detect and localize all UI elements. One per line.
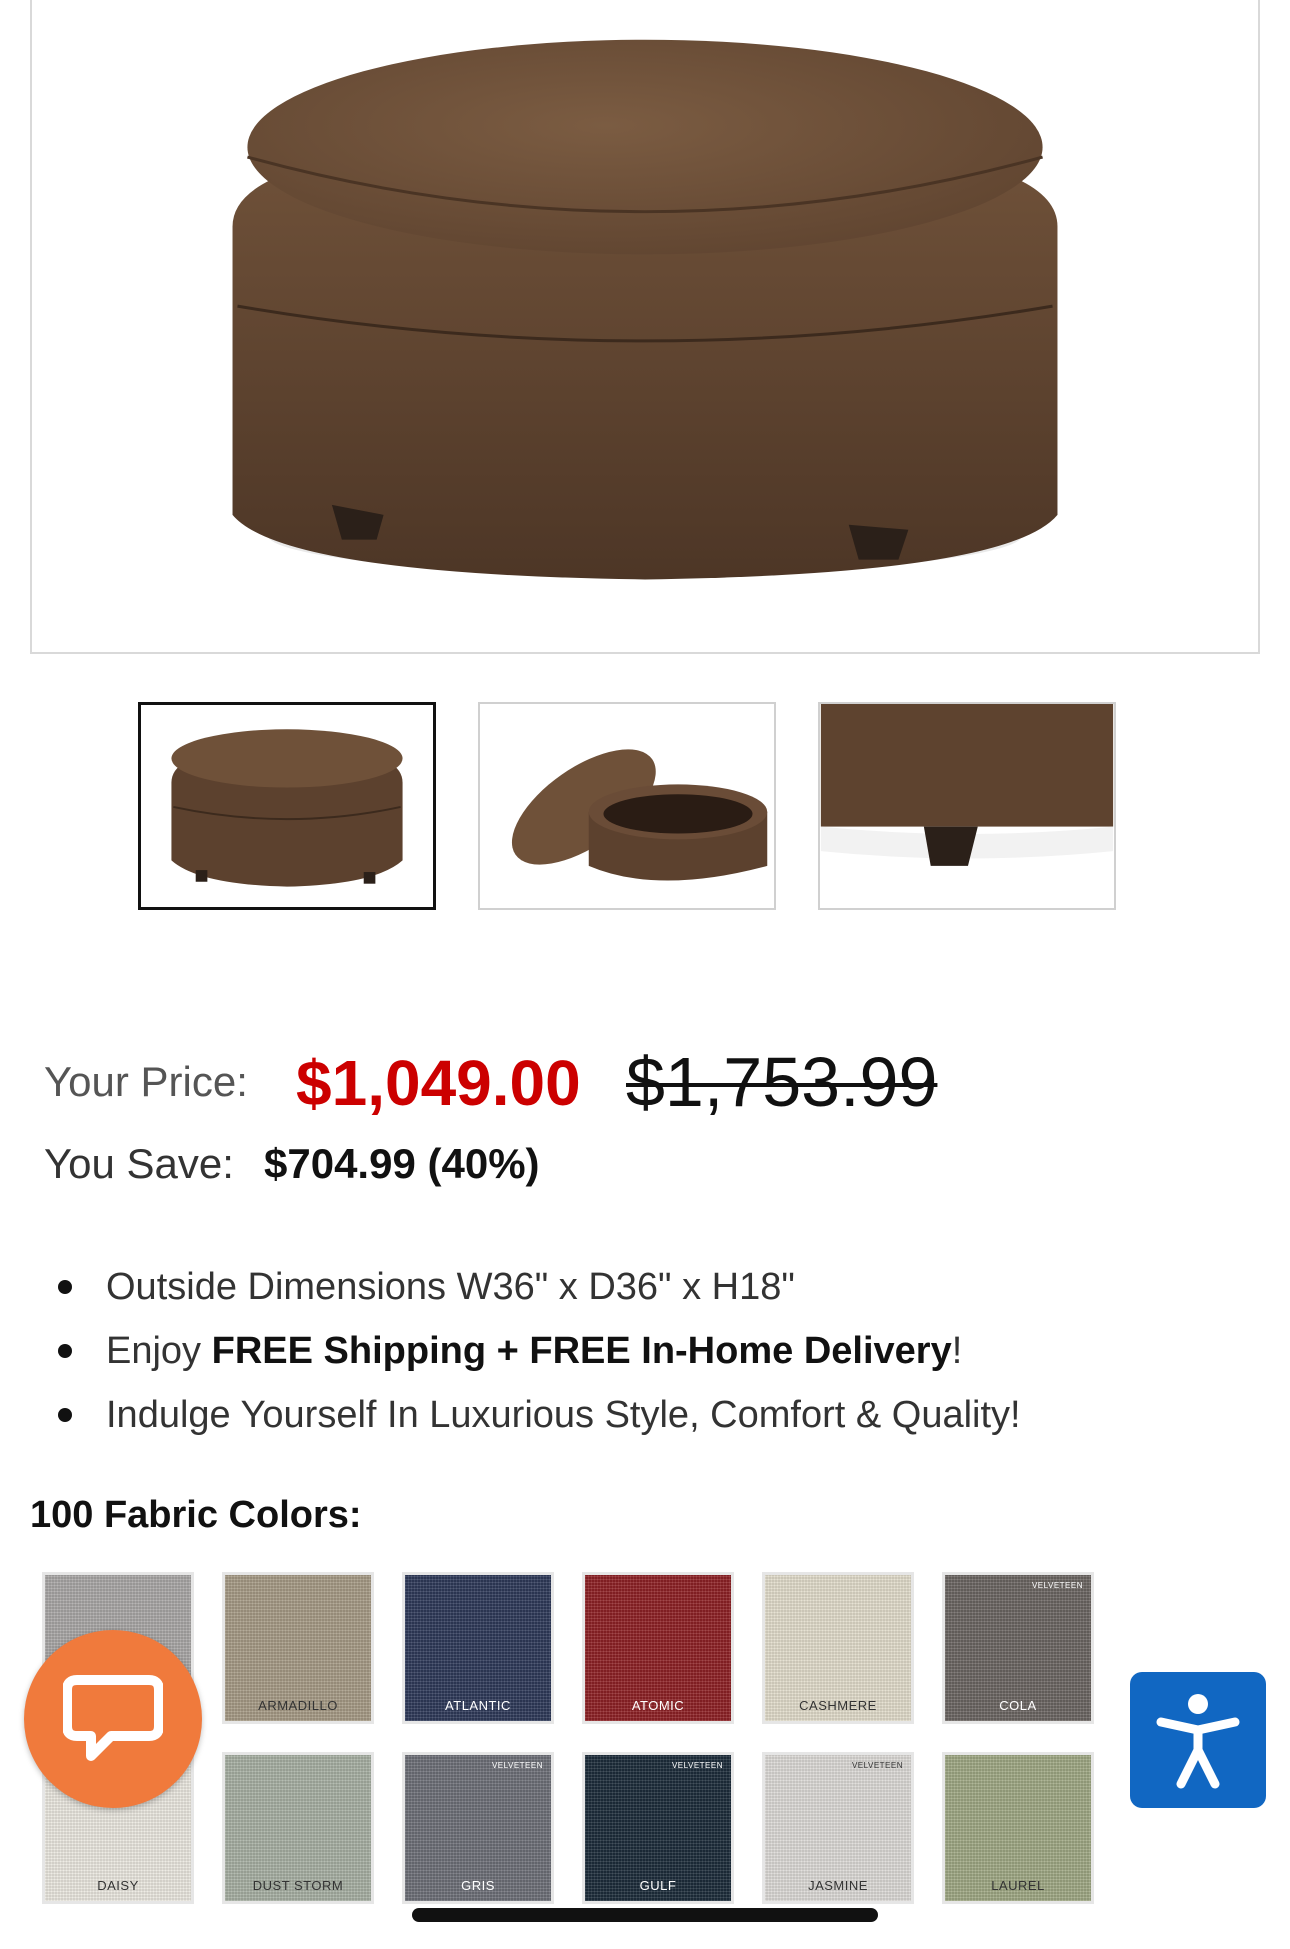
feature-suffix: ! xyxy=(951,1330,963,1372)
fabric-swatch[interactable]: VELVETEEN COLA xyxy=(942,1572,1094,1724)
thumbnail-ottoman-open xyxy=(480,704,774,908)
swatch-name: COLA xyxy=(999,1698,1037,1713)
thumbnail-3[interactable] xyxy=(818,702,1116,910)
thumbnail-leg-detail xyxy=(820,704,1114,908)
bullet-icon xyxy=(58,1408,72,1422)
swatch-tag: VELVETEEN xyxy=(851,1761,903,1770)
feature-item: Outside Dimensions W36" x D36" x H18" xyxy=(40,1258,1240,1322)
savings-value: $704.99 (40%) xyxy=(264,1140,540,1187)
swatch-name: DUST STORM xyxy=(252,1878,344,1893)
live-chat-button[interactable] xyxy=(24,1630,202,1808)
swatch-name: ATLANTIC xyxy=(445,1698,511,1713)
chat-bubble-icon xyxy=(63,1675,163,1761)
price-row: Your Price: $1,049.00 $1,753.99 xyxy=(44,1040,1244,1121)
fabric-swatch[interactable]: ATOMIC xyxy=(582,1572,734,1724)
swatch-name: GULF xyxy=(639,1878,677,1893)
main-product-image[interactable] xyxy=(30,0,1260,654)
swatch-name: ARMADILLO xyxy=(258,1698,338,1713)
swatch-name: LAUREL xyxy=(991,1878,1045,1893)
swatch-name: ATOMIC xyxy=(631,1698,685,1713)
fabric-swatch[interactable]: CASHMERE xyxy=(762,1572,914,1724)
feature-text: Indulge Yourself In Luxurious Style, Com… xyxy=(106,1394,1021,1436)
sale-price: $1,049.00 xyxy=(296,1047,581,1119)
accessibility-button[interactable] xyxy=(1130,1672,1266,1808)
bullet-icon xyxy=(58,1344,72,1358)
fabric-swatch[interactable]: VELVETEEN GRIS xyxy=(402,1752,554,1904)
fabric-colors-heading: 100 Fabric Colors: xyxy=(30,1494,362,1536)
feature-item: Indulge Yourself In Luxurious Style, Com… xyxy=(40,1386,1240,1450)
swatch-tag: VELVETEEN xyxy=(671,1761,723,1770)
fabric-swatch[interactable]: ATLANTIC xyxy=(402,1572,554,1724)
savings-row: You Save: $704.99 (40%) xyxy=(44,1140,1244,1200)
feature-list: Outside Dimensions W36" x D36" x H18" En… xyxy=(40,1258,1240,1450)
home-indicator xyxy=(412,1908,878,1922)
you-save-label: You Save: xyxy=(44,1140,234,1187)
fabric-swatch[interactable]: LAUREL xyxy=(942,1752,1094,1904)
fabric-swatch[interactable]: ARMADILLO xyxy=(222,1572,374,1724)
thumbnail-ottoman-front xyxy=(142,705,432,907)
feature-item: Enjoy FREE Shipping + FREE In-Home Deliv… xyxy=(40,1322,1240,1386)
fabric-swatch[interactable]: DUST STORM xyxy=(222,1752,374,1904)
swatch-name: JASMINE xyxy=(808,1878,868,1893)
feature-prefix: Enjoy xyxy=(106,1330,212,1372)
fabric-swatch[interactable]: VELVETEEN GULF xyxy=(582,1752,734,1904)
feature-text: Outside Dimensions W36" x D36" x H18" xyxy=(106,1266,795,1308)
feature-bold: FREE Shipping + FREE In-Home Delivery xyxy=(211,1330,952,1372)
accessibility-icon xyxy=(1156,1694,1240,1789)
ottoman-illustration xyxy=(232,39,1058,580)
thumbnail-1[interactable] xyxy=(138,702,436,910)
swatch-name: GRIS xyxy=(461,1878,495,1893)
fabric-swatch[interactable]: VELVETEEN JASMINE xyxy=(762,1752,914,1904)
swatch-tag: VELVETEEN xyxy=(491,1761,543,1770)
bullet-icon xyxy=(58,1280,72,1294)
your-price-label: Your Price: xyxy=(44,1058,248,1105)
original-price: $1,753.99 xyxy=(626,1043,938,1121)
swatch-name: DAISY xyxy=(97,1878,139,1893)
swatch-name: CASHMERE xyxy=(799,1698,877,1713)
thumbnail-2[interactable] xyxy=(478,702,776,910)
swatch-tag: VELVETEEN xyxy=(1031,1581,1083,1590)
